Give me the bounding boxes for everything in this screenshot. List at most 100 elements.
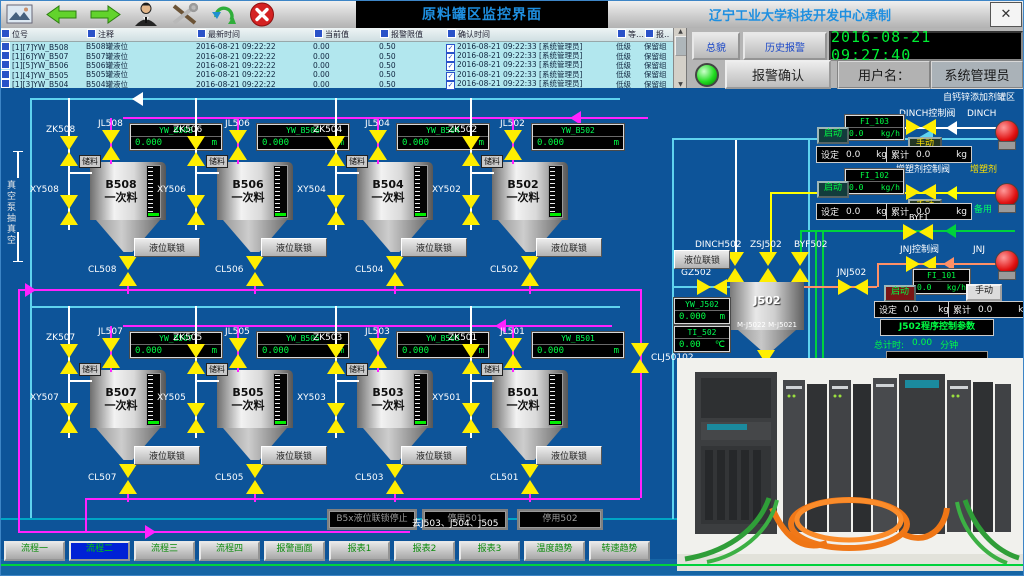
jl-valve[interactable] (369, 130, 387, 160)
column-header[interactable]: 最新时间 (196, 29, 313, 40)
alarm-ack-button[interactable]: 报警确认 (725, 60, 831, 89)
cl-valve[interactable] (246, 464, 264, 494)
tab-7[interactable]: 报表2 (394, 541, 455, 561)
column-header[interactable]: 注释 (86, 29, 196, 40)
cl-valve[interactable] (119, 464, 137, 494)
tools-icon[interactable] (171, 3, 198, 26)
level-interlock-button[interactable]: 液位联锁 (536, 238, 602, 257)
jl-valve[interactable] (102, 338, 120, 368)
column-icon (87, 29, 96, 38)
level-interlock-button[interactable]: 液位联锁 (536, 446, 602, 465)
xy-valve[interactable] (462, 195, 480, 225)
tab-2[interactable]: 流程二 (69, 541, 130, 561)
jl-valve[interactable] (504, 130, 522, 160)
byf502-valve[interactable] (791, 252, 809, 282)
j502-interlock-button[interactable]: 液位联锁 (674, 250, 730, 269)
refresh-icon[interactable] (211, 2, 236, 26)
zsj-start-button[interactable]: 启动 (817, 181, 849, 198)
alarm-table: 位号注释最新时间当前值报警限值确认时间等…报… [1][7]YW_B508B50… (0, 28, 686, 88)
gz502-valve[interactable] (697, 279, 727, 295)
close-window-button[interactable]: ✕ (990, 2, 1022, 27)
tab-6[interactable]: 报表1 (329, 541, 390, 561)
cl-valve[interactable] (246, 256, 264, 286)
user-icon[interactable] (134, 2, 158, 26)
zsj-control-valve[interactable] (906, 184, 936, 200)
tab-10[interactable]: 转速趋势 (589, 541, 650, 561)
jl-valve-label: JL507 (98, 328, 123, 337)
forward-arrow-icon[interactable] (90, 5, 121, 24)
zk-valve[interactable] (60, 344, 78, 374)
zsj-setpoint[interactable]: 设定0.0kg (816, 203, 892, 220)
stop-button-1[interactable]: B5x液位联锁停止 (329, 511, 415, 528)
history-alarm-button[interactable]: 历史报警 (743, 32, 827, 60)
pipe (30, 98, 620, 100)
jl-valve[interactable] (504, 338, 522, 368)
tab-9[interactable]: 温度趋势 (524, 541, 585, 561)
column-header[interactable]: 等… (616, 29, 644, 40)
zk-valve[interactable] (462, 344, 480, 374)
pipe (18, 531, 410, 533)
xy-valve[interactable] (327, 195, 345, 225)
store-tag: 储料 (481, 363, 503, 376)
jnj502-valve[interactable] (838, 279, 868, 295)
j502-tank: J502 M-J5022 M-J5021 (730, 282, 804, 330)
alarm-table-scrollbar[interactable]: ▲ ▼ (673, 28, 687, 88)
dinch-setpoint[interactable]: 设定0.0kg (816, 146, 892, 163)
picture-nav-icon[interactable] (6, 4, 33, 24)
tag-icon (1, 70, 10, 79)
column-header[interactable]: 确认时间 (446, 29, 616, 40)
flow-arrow-icon (145, 525, 156, 539)
zk-valve[interactable] (462, 136, 480, 166)
bottom-green-pipe (0, 564, 1024, 566)
zk-valve[interactable] (187, 344, 205, 374)
tab-5[interactable]: 报警画面 (264, 541, 325, 561)
xy-valve[interactable] (187, 403, 205, 433)
column-header[interactable]: 报警限值 (379, 29, 446, 40)
column-header[interactable]: 位号 (0, 29, 86, 40)
xy-valve[interactable] (187, 195, 205, 225)
overview-button[interactable]: 总貌 (692, 32, 740, 60)
cl-valve[interactable] (119, 256, 137, 286)
jl-valve[interactable] (369, 338, 387, 368)
alarm-row[interactable]: [1][3]YW_B504B504罐液位2016-08-21 09:22:220… (0, 80, 686, 89)
cl-valve-label: CL504 (355, 266, 383, 275)
stop-button-3[interactable]: 停用502 (519, 511, 601, 528)
dinch-control-valve[interactable] (906, 119, 936, 135)
column-header[interactable]: 报… (644, 29, 670, 40)
back-arrow-icon[interactable] (46, 5, 77, 24)
zk-valve[interactable] (60, 136, 78, 166)
jl-valve[interactable] (102, 130, 120, 160)
tab-3[interactable]: 流程三 (134, 541, 195, 561)
tab-1[interactable]: 流程一 (4, 541, 65, 561)
close-app-icon[interactable] (249, 2, 275, 27)
cl-valve[interactable] (521, 464, 539, 494)
xy-valve[interactable] (462, 403, 480, 433)
xy-valve[interactable] (60, 403, 78, 433)
cl-valve[interactable] (386, 256, 404, 286)
cl-valve[interactable] (386, 464, 404, 494)
j502-level-display: YW_J502 0.000m (674, 298, 730, 324)
zk-valve[interactable] (327, 136, 345, 166)
pipe (529, 494, 531, 502)
clj50102-valve[interactable] (631, 343, 649, 373)
tab-4[interactable]: 流程四 (199, 541, 260, 561)
jnj-manual-button[interactable]: 手动 (966, 284, 1002, 301)
xy-valve[interactable] (60, 195, 78, 225)
cl-valve[interactable] (521, 256, 539, 286)
tank-id: B505 (232, 386, 263, 399)
zsj502-valve[interactable] (759, 252, 777, 282)
pipe (17, 232, 19, 262)
jl-valve[interactable] (229, 130, 247, 160)
plc-photo (677, 358, 1024, 571)
dinch-start-button[interactable]: 启动 (817, 127, 849, 144)
jnj-start-button[interactable]: 启动 (884, 285, 916, 302)
column-header[interactable]: 当前值 (313, 29, 379, 40)
jnj-setpoint[interactable]: 设定0.0kg (874, 301, 954, 318)
zk-valve[interactable] (187, 136, 205, 166)
jl-valve[interactable] (229, 338, 247, 368)
alarm-cell-limit: 0.50 (379, 52, 446, 61)
zk-valve[interactable] (327, 344, 345, 374)
byf1-valve[interactable] (903, 224, 933, 240)
xy-valve[interactable] (327, 403, 345, 433)
tab-8[interactable]: 报表3 (459, 541, 520, 561)
